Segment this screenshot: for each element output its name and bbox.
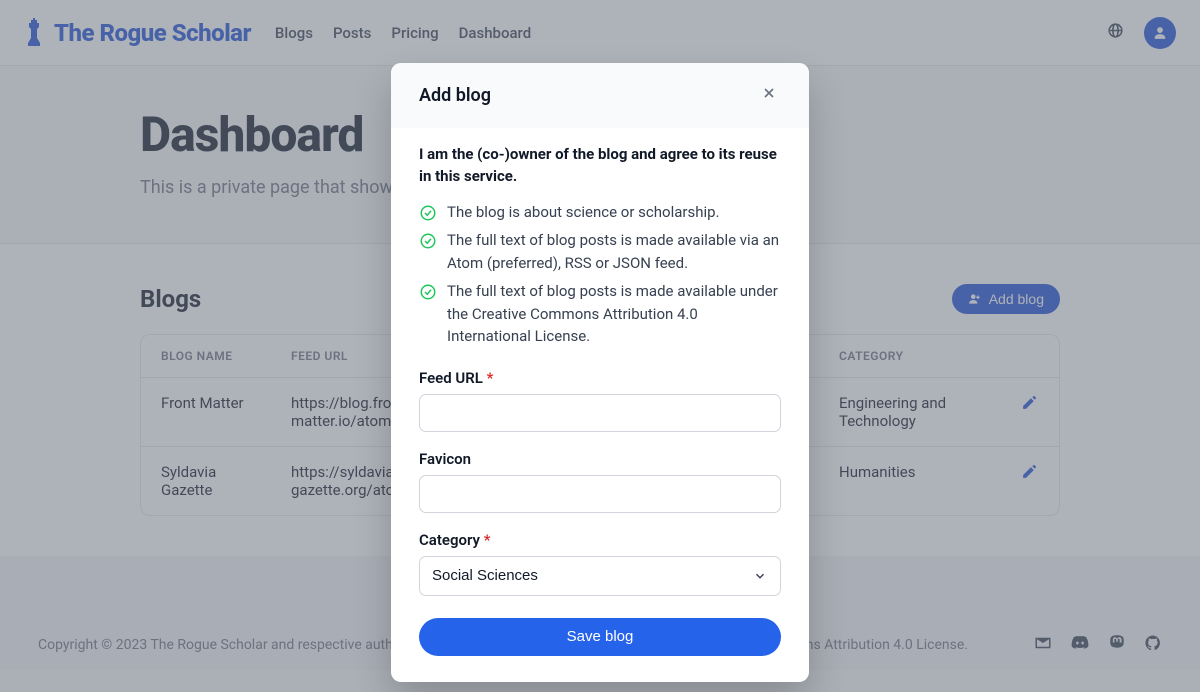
modal-body: I am the (co-)owner of the blog and agre… <box>391 128 809 682</box>
consent-text: I am the (co-)owner of the blog and agre… <box>419 144 781 188</box>
required-marker: * <box>487 369 494 387</box>
favicon-label: Favicon <box>419 450 781 468</box>
requirement-text: The full text of blog posts is made avai… <box>447 229 781 274</box>
requirement-text: The full text of blog posts is made avai… <box>447 280 781 348</box>
requirement-text: The blog is about science or scholarship… <box>447 201 720 224</box>
close-icon <box>761 85 777 101</box>
category-label: Category * <box>419 531 781 549</box>
check-circle-icon <box>419 232 437 250</box>
category-group: Category * Social Sciences <box>419 531 781 596</box>
modal-overlay[interactable]: Add blog I am the (co-)owner of the blog… <box>0 0 1200 692</box>
save-blog-button[interactable]: Save blog <box>419 618 781 656</box>
feed-url-input[interactable] <box>419 394 781 432</box>
favicon-input[interactable] <box>419 475 781 513</box>
modal-header: Add blog <box>391 63 809 128</box>
category-select[interactable]: Social Sciences <box>419 556 781 596</box>
requirement-item: The blog is about science or scholarship… <box>419 198 781 227</box>
requirement-item: The full text of blog posts is made avai… <box>419 226 781 277</box>
feed-url-label: Feed URL * <box>419 369 781 387</box>
modal-title: Add blog <box>419 85 491 106</box>
favicon-group: Favicon <box>419 450 781 513</box>
check-circle-icon <box>419 204 437 222</box>
check-circle-icon <box>419 283 437 301</box>
required-marker: * <box>484 531 491 549</box>
close-button[interactable] <box>757 81 781 110</box>
requirements-list: The blog is about science or scholarship… <box>419 198 781 351</box>
feed-url-group: Feed URL * <box>419 369 781 432</box>
requirement-item: The full text of blog posts is made avai… <box>419 277 781 351</box>
add-blog-modal: Add blog I am the (co-)owner of the blog… <box>391 63 809 682</box>
